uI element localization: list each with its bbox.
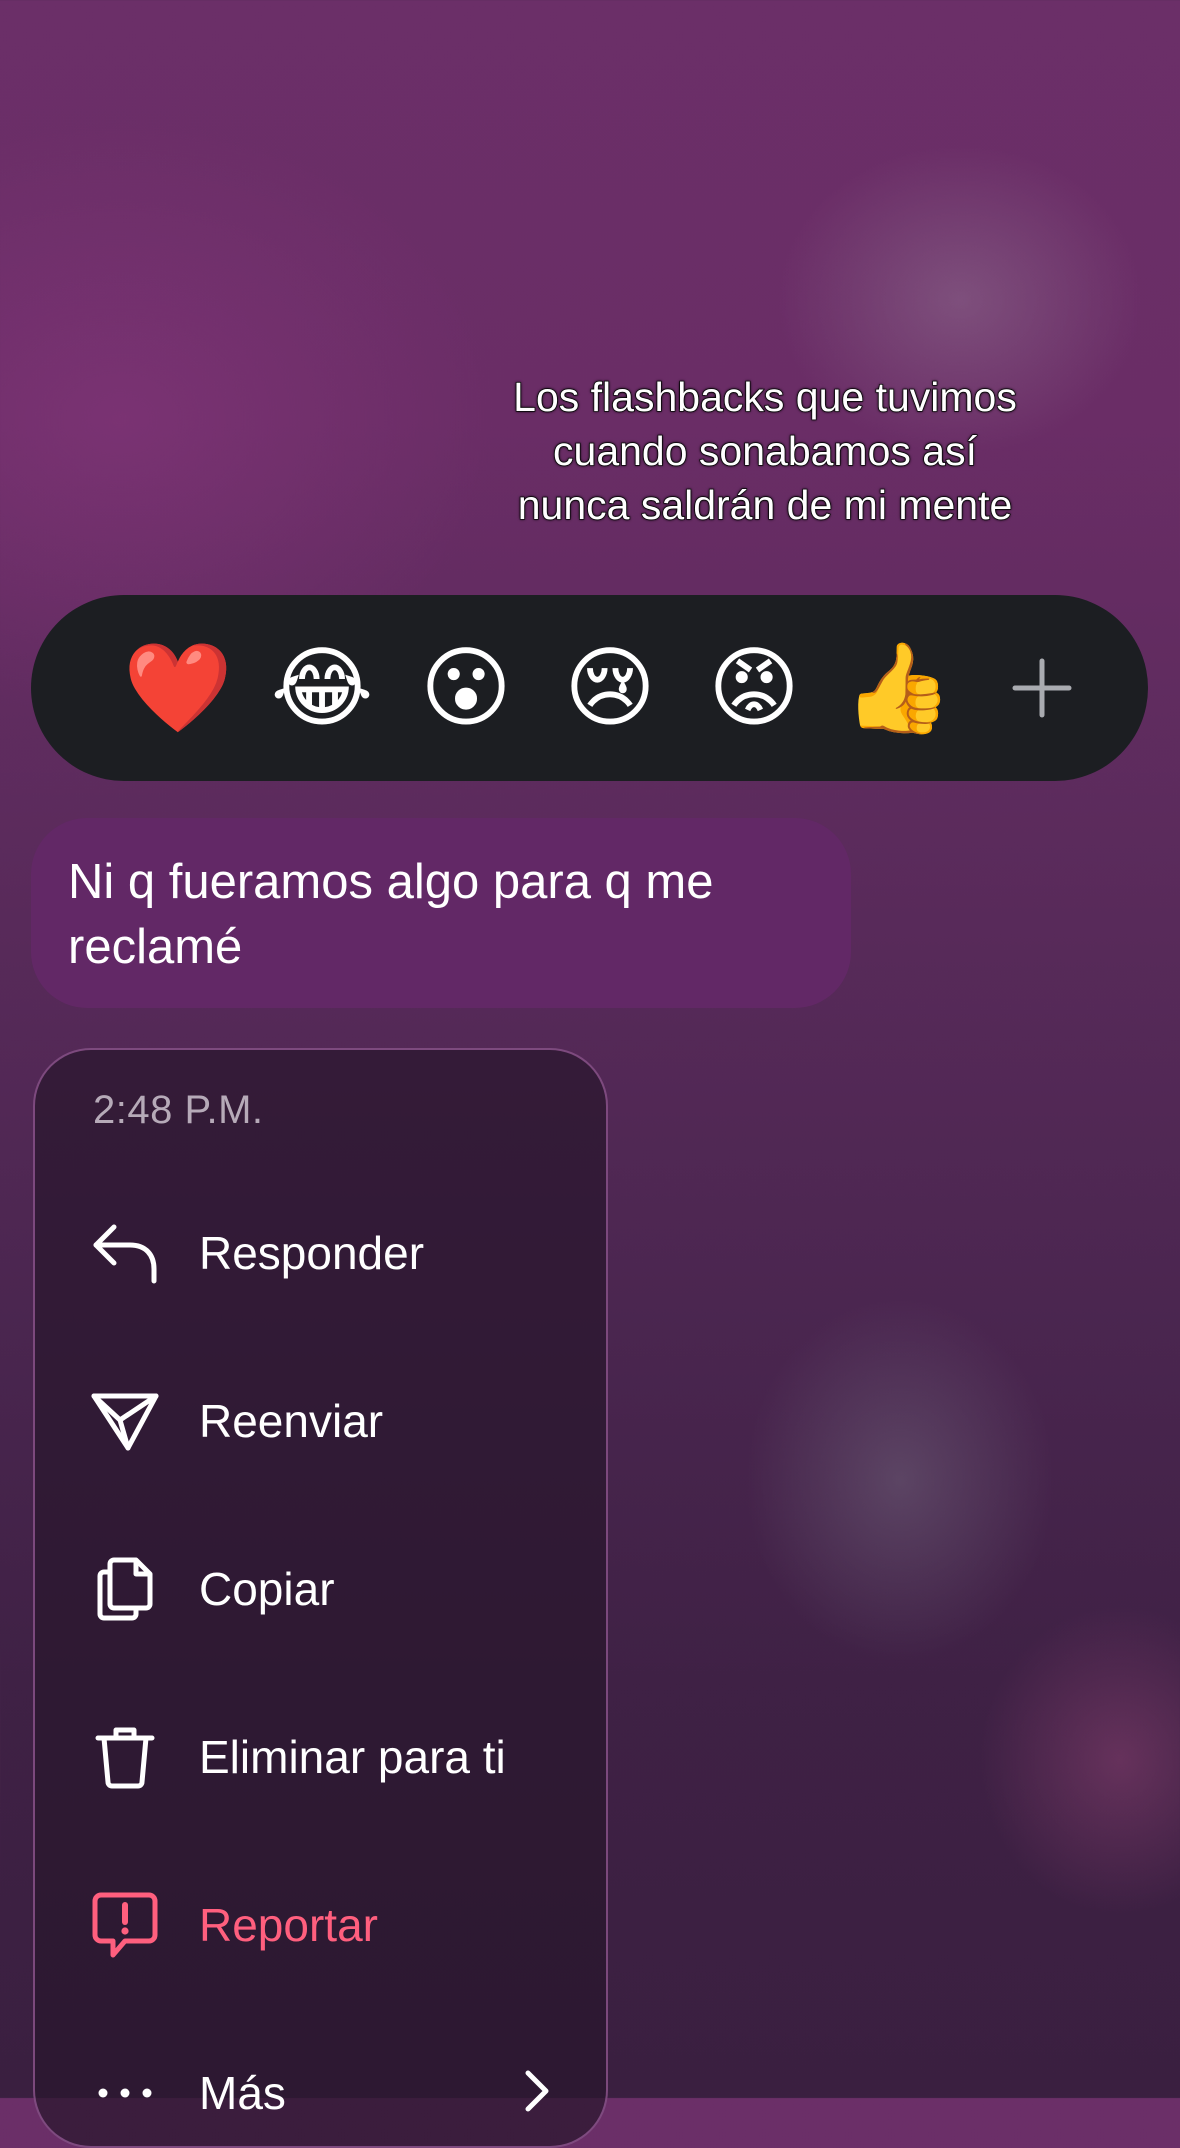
more-label: Más xyxy=(199,2067,286,2119)
copy-menu-item[interactable]: Copiar xyxy=(33,1534,608,1644)
report-menu-item[interactable]: Reportar xyxy=(33,1870,608,1980)
forward-label: Reenviar xyxy=(199,1395,384,1447)
more-menu-item[interactable]: Más xyxy=(33,2038,608,2148)
trash-icon xyxy=(90,1722,160,1792)
add-reaction-button[interactable] xyxy=(970,628,1114,748)
reaction-laughing[interactable]: 😂 xyxy=(250,628,394,748)
reaction-surprised[interactable]: 😮 xyxy=(394,628,538,748)
reply-label: Responder xyxy=(199,1227,425,1279)
more-icon xyxy=(90,2058,160,2128)
chevron-right-icon xyxy=(524,2069,550,2118)
copy-label: Copiar xyxy=(199,1563,335,1615)
report-label: Reportar xyxy=(199,1899,378,1951)
reply-menu-item[interactable]: Responder xyxy=(33,1198,608,1308)
reaction-bar: ❤️ 😂 😮 😢 😡 👍 xyxy=(31,595,1148,781)
report-icon xyxy=(90,1890,160,1960)
forward-menu-item[interactable]: Reenviar xyxy=(33,1366,608,1476)
reaction-crying[interactable]: 😢 xyxy=(538,628,682,748)
message-timestamp: 2:48 P.M. xyxy=(93,1088,264,1132)
video-caption: Los flashbacks que tuvimos cuando sonaba… xyxy=(512,373,1017,529)
plus-icon xyxy=(1012,658,1072,718)
forward-icon xyxy=(90,1386,160,1456)
reply-icon xyxy=(90,1218,160,1288)
copy-icon xyxy=(90,1554,160,1624)
delete-label: Eliminar para ti xyxy=(199,1731,506,1783)
reaction-thumbs-up[interactable]: 👍 xyxy=(826,628,970,748)
reaction-heart[interactable]: ❤️ xyxy=(106,628,250,748)
reaction-angry[interactable]: 😡 xyxy=(682,628,826,748)
message-bubble[interactable]: Ni q fueramos algo para q me reclamé xyxy=(31,818,851,1008)
delete-menu-item[interactable]: Eliminar para ti xyxy=(33,1702,608,1812)
